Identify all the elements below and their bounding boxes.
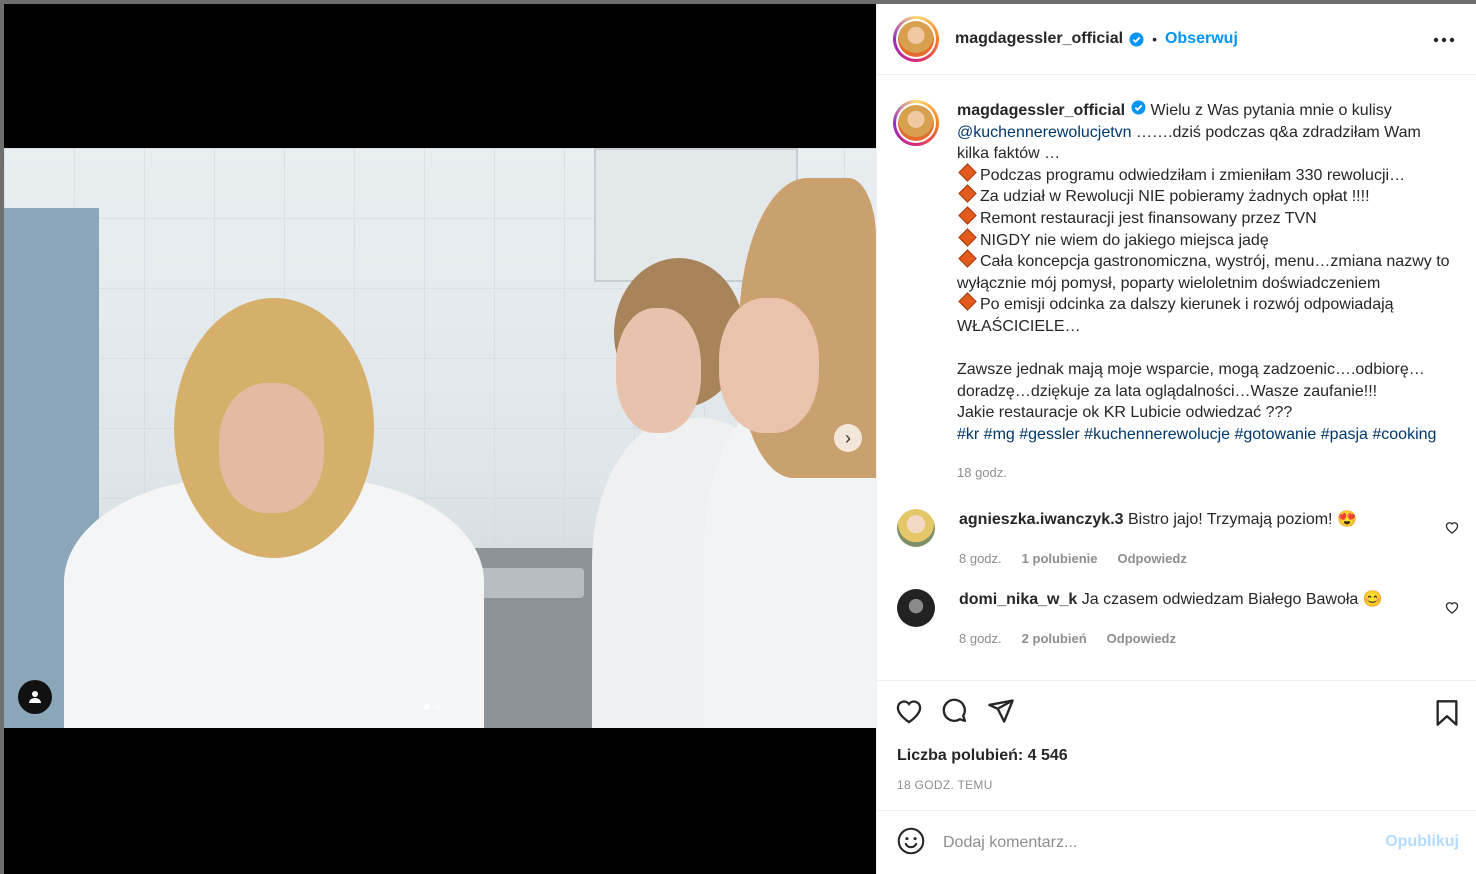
follow-button[interactable]: Obserwuj (1165, 30, 1238, 48)
post-media: › (4, 4, 876, 874)
post-actions (877, 680, 1476, 745)
next-slide-button[interactable]: › (834, 424, 862, 452)
comment-item: agnieszka.iwanczyk.3 Bistro jajo! Trzyma… (877, 509, 1476, 569)
emoji-icon[interactable] (897, 827, 925, 860)
heart-icon[interactable] (1445, 601, 1459, 619)
commenter-avatar[interactable] (897, 509, 935, 548)
caption-question: Jakie restauracje ok KR Lubicie odwiedza… (957, 404, 1293, 422)
caption-fact: Po emisji odcinka za dalszy kierunek i r… (957, 292, 1457, 337)
orange-diamond-icon (958, 184, 977, 204)
commenter-username[interactable]: domi_nika_w_k (959, 591, 1077, 608)
slide-dot-active (424, 704, 430, 710)
chevron-right-icon: › (845, 427, 851, 448)
commenter-username[interactable]: agnieszka.iwanczyk.3 (959, 511, 1124, 528)
comments-section[interactable]: magdagessler_official Wielu z Was pytani… (877, 76, 1476, 679)
user-tag-button[interactable] (18, 680, 52, 714)
chef-face (219, 383, 324, 513)
comment-text: Bistro jajo! Trzymają poziom! 😍 (1127, 511, 1357, 529)
caption-fact: NIGDY nie wiem do jakiego miejsca jadę (957, 227, 1457, 252)
post-header: magdagessler_official • Obserwuj (877, 4, 1476, 75)
reply-button[interactable]: Odpowiedz (1107, 628, 1176, 649)
post-modal: › magdagessler_official • Obserwuj magda… (4, 4, 1476, 874)
comment-text: Ja czasem odwiedzam Białego Bawoła 😊 (1081, 591, 1383, 609)
publish-button[interactable]: Opublikuj (1385, 833, 1459, 851)
caption-closing: Zawsze jednak mają moje wsparcie, mogą z… (957, 361, 1425, 400)
caption: magdagessler_official Wielu z Was pytani… (877, 76, 1476, 483)
caption-hashtags[interactable]: #kr #mg #gessler #kuchennerewolucje #got… (957, 424, 1457, 446)
likes-count[interactable]: Liczba polubień: 4 546 (897, 747, 1068, 765)
bookmark-icon[interactable] (1435, 699, 1459, 732)
caption-intro: Wielu z Was pytania mnie o kulisy (1150, 102, 1392, 119)
comment-time[interactable]: 8 godz. (959, 548, 1002, 569)
author-avatar[interactable] (893, 16, 939, 62)
post-photo[interactable] (4, 148, 876, 728)
slide-dot (435, 704, 441, 710)
caption-fact: Remont restauracji jest finansowany prze… (957, 206, 1457, 230)
share-icon[interactable] (987, 697, 1015, 730)
comment-item: domi_nika_w_k Ja czasem odwiedzam Białeg… (877, 589, 1476, 649)
caption-fact: Cała koncepcja gastronomiczna, wystrój, … (957, 249, 1457, 294)
comment-likes[interactable]: 1 polubienie (1022, 548, 1098, 569)
heart-icon[interactable] (895, 698, 923, 729)
slide-indicator (424, 704, 441, 710)
orange-diamond-icon (958, 249, 977, 268)
caption-username[interactable]: magdagessler_official (957, 102, 1125, 119)
verified-icon (1131, 100, 1146, 115)
verified-icon (1129, 32, 1144, 47)
comment-icon[interactable] (941, 697, 969, 730)
caption-fact: Za udział w Rewolucji NIE pobieramy żadn… (957, 184, 1457, 208)
post-sidebar: magdagessler_official • Obserwuj magdage… (876, 4, 1476, 874)
caption-fact: Podczas programu odwiedziłam i zmieniłam… (957, 163, 1457, 187)
mention-link[interactable]: @kuchennerewolucjetvn (957, 124, 1132, 141)
commenter-avatar[interactable] (897, 589, 935, 628)
orange-diamond-icon (958, 163, 977, 182)
user-tag-icon (29, 691, 41, 703)
post-time[interactable]: 18 GODZ. TEMU (897, 778, 993, 792)
caption-avatar[interactable] (893, 100, 939, 146)
separator: • (1152, 31, 1157, 47)
comment-likes[interactable]: 2 polubień (1022, 628, 1087, 649)
comment-input[interactable]: Dodaj komentarz... (943, 834, 1077, 852)
comment-time[interactable]: 8 godz. (959, 628, 1002, 649)
caption-time[interactable]: 18 godz. (957, 462, 1457, 484)
author-username[interactable]: magdagessler_official (955, 30, 1123, 48)
orange-diamond-icon (958, 227, 977, 247)
orange-diamond-icon (958, 292, 977, 312)
orange-diamond-icon (958, 206, 977, 225)
more-options-icon[interactable] (1433, 26, 1455, 49)
heart-icon[interactable] (1445, 521, 1459, 539)
add-comment-bar: Dodaj komentarz... Opublikuj (877, 810, 1476, 874)
reply-button[interactable]: Odpowiedz (1118, 548, 1187, 569)
